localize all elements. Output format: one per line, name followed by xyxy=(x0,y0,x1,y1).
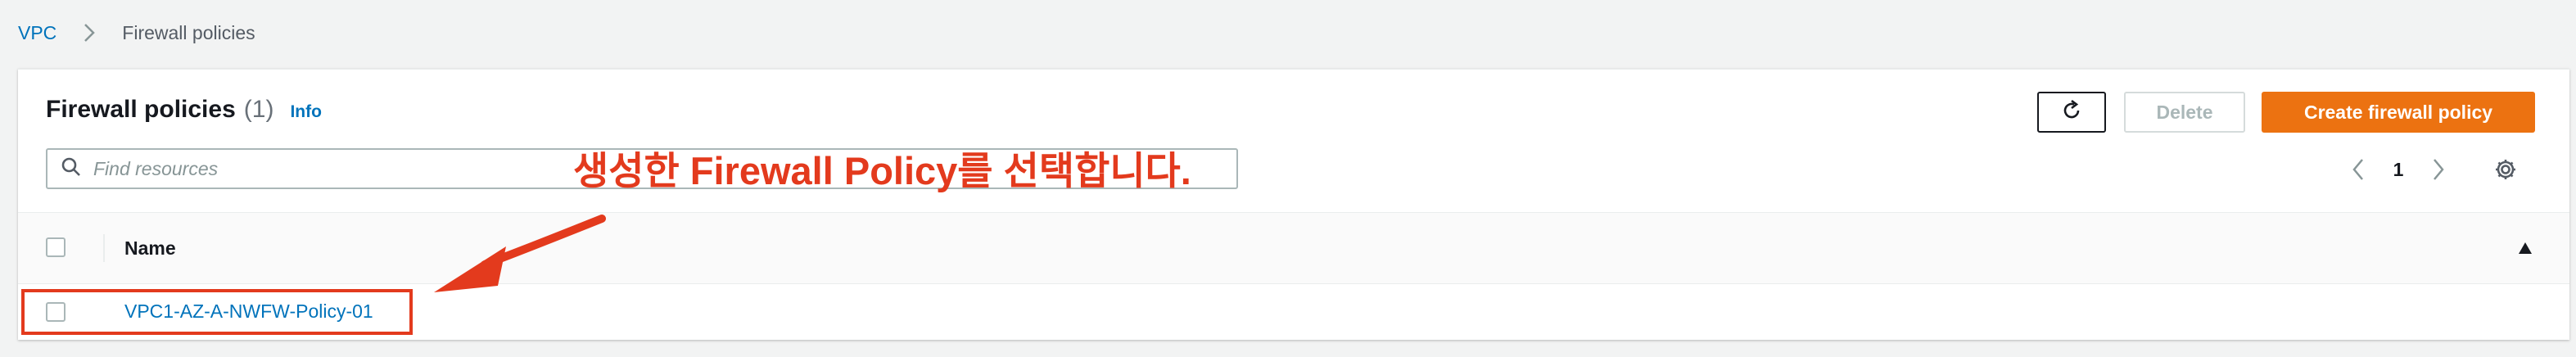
chevron-right-icon xyxy=(75,18,104,47)
breadcrumb-current: Firewall policies xyxy=(122,21,255,43)
table-header: Name xyxy=(18,212,2569,284)
annotation-text: 생성한 Firewall Policy를 선택합니다. xyxy=(573,149,1191,192)
current-page-number[interactable]: 1 xyxy=(2375,159,2422,181)
refresh-icon xyxy=(2059,98,2084,127)
refresh-button[interactable] xyxy=(2037,92,2106,133)
sort-up-icon[interactable] xyxy=(2517,241,2533,255)
search-icon xyxy=(61,156,82,182)
breadcrumb-vpc-link[interactable]: VPC xyxy=(18,22,56,44)
column-divider xyxy=(103,234,105,262)
select-all-checkbox[interactable] xyxy=(46,237,66,257)
highlight-box xyxy=(21,289,413,335)
firewall-policies-panel: Firewall policies (1) Info Delete Create… xyxy=(18,69,2569,340)
resource-count: (1) xyxy=(243,96,274,123)
create-firewall-policy-button[interactable]: Create firewall policy xyxy=(2262,92,2535,133)
page-title: Firewall policies xyxy=(46,96,236,123)
info-link[interactable]: Info xyxy=(290,102,321,122)
panel-header: Firewall policies (1) Info xyxy=(46,96,322,124)
pagination: 1 xyxy=(2342,151,2455,188)
table-row[interactable]: VPC1-AZ-A-NWFW-Policy-01 xyxy=(18,284,2569,340)
chevron-right-icon[interactable] xyxy=(2422,151,2455,188)
delete-button[interactable]: Delete xyxy=(2124,92,2245,133)
breadcrumb: VPC Firewall policies xyxy=(18,18,255,47)
gear-icon[interactable] xyxy=(2489,153,2522,186)
column-header-name[interactable]: Name xyxy=(124,237,176,260)
chevron-left-icon[interactable] xyxy=(2342,151,2375,188)
arrow-icon xyxy=(434,215,606,292)
